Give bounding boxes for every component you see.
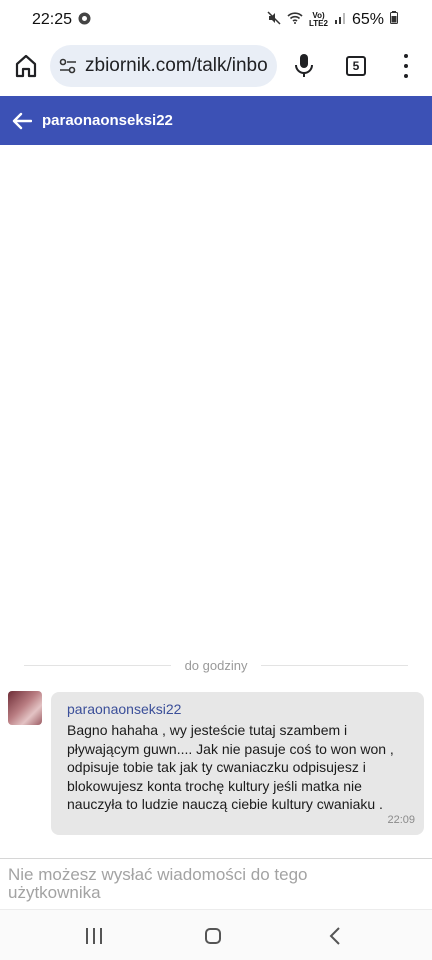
site-settings-icon[interactable] — [59, 57, 77, 75]
message-time: 22:09 — [387, 814, 415, 826]
battery-icon — [390, 11, 398, 29]
status-right: Vo) LTE2 65% — [267, 10, 398, 30]
url-text[interactable]: zbiornik.com/talk/inbo — [85, 55, 268, 77]
message-input-area: Nie możesz wysłać wiadomości do tego uży… — [0, 858, 432, 909]
divider-label: do godziny — [184, 657, 248, 673]
system-navigation-bar — [0, 909, 432, 960]
mute-icon — [267, 10, 281, 30]
status-bar: 22:25 Vo) LTE2 65% — [0, 0, 432, 40]
chat-title[interactable]: paraonaonseksi22 — [42, 112, 173, 129]
messaging-disabled-notice: Nie możesz wysłać wiadomości do tego uży… — [8, 865, 308, 902]
divider-line-right — [261, 664, 409, 666]
back-nav-icon[interactable] — [328, 926, 342, 946]
signal-icon — [334, 11, 346, 29]
divider-line-left — [24, 664, 171, 666]
recent-apps-icon[interactable] — [86, 928, 102, 944]
browser-toolbar: zbiornik.com/talk/inbo 5 — [0, 40, 432, 96]
message-text: Bagno hahaha , wy jesteście tutaj szambe… — [67, 722, 394, 812]
home-button[interactable] — [14, 53, 38, 79]
address-bar[interactable]: zbiornik.com/talk/inbo — [50, 45, 277, 87]
tab-switcher-button[interactable]: 5 — [346, 56, 366, 76]
avatar[interactable] — [8, 691, 42, 725]
message-bubble: paraonaonseksi22 Bagno hahaha , wy jeste… — [51, 692, 424, 835]
home-nav-icon[interactable] — [205, 928, 221, 944]
microphone-icon — [295, 54, 313, 77]
back-arrow-icon[interactable] — [11, 110, 33, 132]
home-icon — [15, 54, 37, 78]
voice-search-button[interactable] — [293, 52, 315, 80]
network-label: Vo) LTE2 — [309, 11, 328, 28]
status-time: 22:25 — [32, 11, 73, 28]
chat-header: paraonaonseksi22 — [0, 96, 432, 145]
chrome-icon — [78, 12, 91, 28]
more-menu-icon[interactable] — [400, 54, 412, 78]
time-divider: do godziny — [24, 655, 409, 675]
wifi-icon — [287, 11, 303, 29]
status-left: 22:25 — [32, 11, 91, 29]
battery-text: 65% — [351, 11, 384, 28]
message-author[interactable]: paraonaonseksi22 — [67, 700, 412, 718]
